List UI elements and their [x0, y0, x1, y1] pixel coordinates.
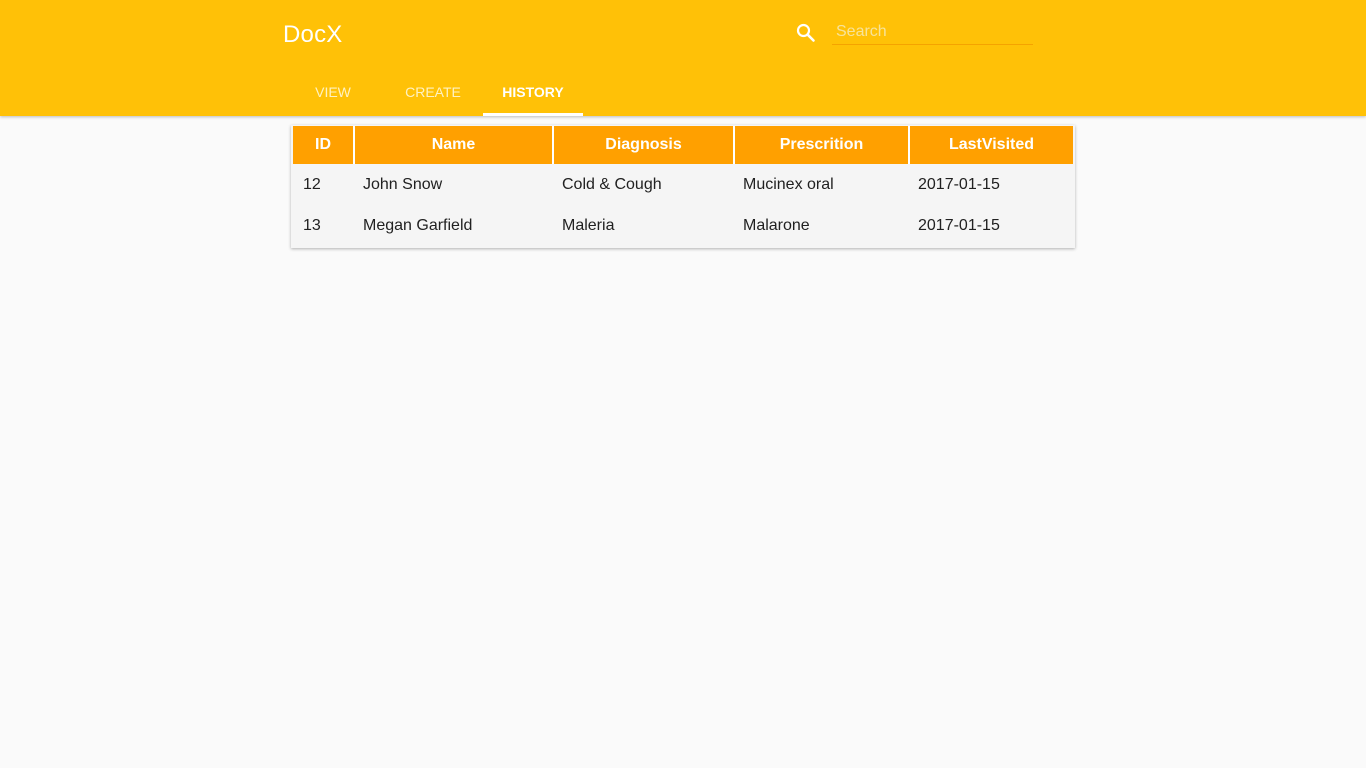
- cell-id: 12: [303, 175, 321, 193]
- cell-prescription: Malarone: [743, 216, 810, 234]
- history-table: ID Name Diagnosis Prescrition LastVisite…: [293, 126, 1073, 246]
- app-title: DocX: [283, 21, 343, 48]
- cell-last-visited: 2017-01-15: [918, 175, 1000, 193]
- column-header-last-visited[interactable]: LastVisited: [908, 126, 1073, 164]
- tab-create[interactable]: CREATE: [383, 68, 483, 116]
- search-icon[interactable]: [794, 21, 818, 45]
- app-bar: DocX VIEW CREATE HISTORY: [0, 0, 1366, 116]
- cell-name: Megan Garfield: [363, 216, 473, 234]
- tab-bar: VIEW CREATE HISTORY: [283, 68, 583, 116]
- cell-diagnosis: Cold & Cough: [562, 175, 662, 193]
- cell-prescription: Mucinex oral: [743, 175, 834, 193]
- cell-id: 13: [303, 216, 321, 234]
- history-table-card: ID Name Diagnosis Prescrition LastVisite…: [291, 125, 1075, 248]
- table-header-row: ID Name Diagnosis Prescrition LastVisite…: [293, 126, 1073, 164]
- cell-name: John Snow: [363, 175, 443, 193]
- column-header-id[interactable]: ID: [293, 126, 353, 164]
- table-row[interactable]: 12 John Snow Cold & Cough Mucinex oral 2…: [293, 164, 1073, 205]
- cell-last-visited: 2017-01-15: [918, 216, 1000, 234]
- cell-diagnosis: Maleria: [562, 216, 615, 234]
- tab-history[interactable]: HISTORY: [483, 68, 583, 116]
- column-header-prescription[interactable]: Prescrition: [733, 126, 908, 164]
- column-header-diagnosis[interactable]: Diagnosis: [552, 126, 733, 164]
- tab-view[interactable]: VIEW: [283, 68, 383, 116]
- column-header-name[interactable]: Name: [353, 126, 552, 164]
- table-row[interactable]: 13 Megan Garfield Maleria Malarone 2017-…: [293, 205, 1073, 246]
- search-input[interactable]: [832, 19, 1033, 45]
